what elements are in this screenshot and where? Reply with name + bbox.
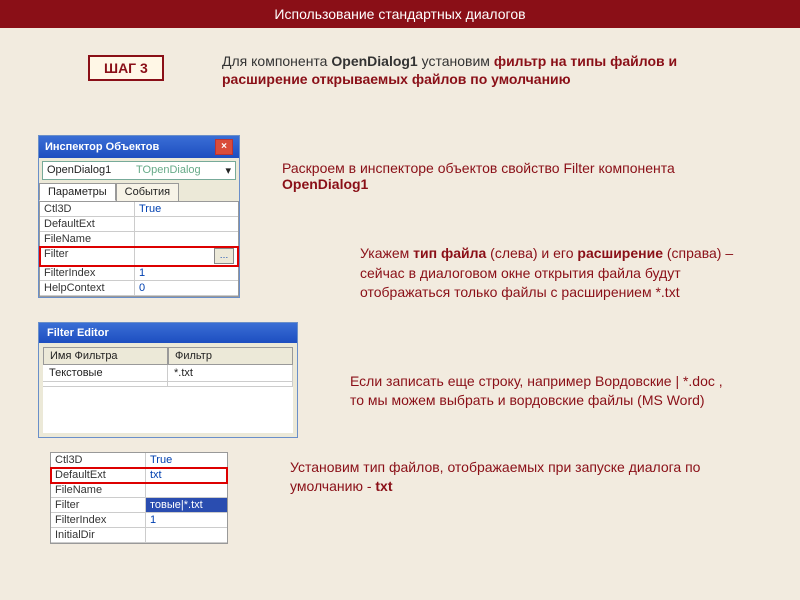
filter-cell-mask: *.txt [168,365,293,381]
c4a: Установим тип файлов, отображаемых при з… [290,459,700,494]
prop-value-selected: товые|*.txt [146,498,227,512]
prop-name: Ctl3D [51,453,146,467]
prop-value: txt [146,468,227,482]
prop-value [135,217,238,231]
prop-name: Ctl3D [40,202,135,216]
prop-name: FileName [51,483,146,497]
table-row-filter[interactable]: Filter … [40,247,238,266]
prop-value [146,483,227,497]
filter-row[interactable]: Текстовые *.txt [43,365,293,382]
step-badge: ШАГ 3 [88,55,164,81]
caption-filter-expand: Раскроем в инспекторе объектов свойство … [282,160,722,192]
table-row[interactable]: HelpContext 0 [40,281,238,296]
prop-value [135,232,238,246]
table-row[interactable]: Filter товые|*.txt [51,498,227,513]
inspector-tabs: Параметры События [39,183,239,201]
prop-name: HelpContext [40,281,135,295]
filter-grid: Имя Фильтра Фильтр Текстовые *.txt [43,347,293,433]
table-row[interactable]: FileName [40,232,238,247]
col-filter-name: Имя Фильтра [43,347,168,365]
prop-value [146,528,227,542]
table-row[interactable]: FileName [51,483,227,498]
combo-type: TOpenDialog [136,164,201,177]
tab-parameters[interactable]: Параметры [39,183,116,201]
c2d: расширение [577,245,663,261]
filter-header: Имя Фильтра Фильтр [43,347,293,365]
table-row[interactable]: Ctl3D True [40,202,238,217]
filter-editor-title: Filter Editor [39,323,297,343]
intro-paragraph: Для компонента OpenDialog1 установим фил… [222,52,722,88]
prop-value: True [135,202,238,216]
table-row[interactable]: FilterIndex 1 [51,513,227,528]
table-row[interactable]: DefaultExt [40,217,238,232]
c2a: Укажем [360,245,413,261]
caption-file-type: Укажем тип файла (слева) и его расширени… [360,244,740,303]
prop-value: … [135,247,238,265]
filter-cell-name [43,382,168,386]
property-grid: Ctl3D True DefaultExt FileName Filter … … [39,201,239,297]
chevron-down-icon: ▾ [225,164,231,177]
caption-default-ext: Установим тип файлов, отображаемых при з… [290,458,750,496]
tab-events[interactable]: События [116,183,179,201]
prop-value: 0 [135,281,238,295]
prop-name: FilterIndex [40,266,135,280]
close-icon[interactable]: × [215,139,233,155]
combo-name: OpenDialog1 [47,164,111,177]
prop-name: DefaultExt [40,217,135,231]
table-row[interactable]: FilterIndex 1 [40,266,238,281]
inspector-snippet: Ctl3D True DefaultExt txt FileName Filte… [50,452,228,544]
object-inspector-window: Инспектор Объектов × OpenDialog1 TOpenDi… [38,135,240,298]
prop-name: DefaultExt [51,468,146,482]
ellipsis-button[interactable]: … [214,248,234,264]
intro-component: OpenDialog1 [331,53,417,69]
table-row[interactable]: InitialDir [51,528,227,543]
component-selector[interactable]: OpenDialog1 TOpenDialog ▾ [42,161,236,180]
prop-value: True [146,453,227,467]
filter-cell-name: Текстовые [43,365,168,381]
filter-grid-empty [43,387,293,433]
prop-name: Filter [51,498,146,512]
intro-t3: установим [418,53,494,69]
prop-name: InitialDir [51,528,146,542]
prop-name: Filter [40,247,135,265]
c1b: OpenDialog1 [282,176,368,192]
c2c: (слева) и его [486,245,577,261]
inspector-titlebar: Инспектор Объектов × [39,136,239,158]
intro-t1: Для компонента [222,53,331,69]
filter-editor-window: Filter Editor Имя Фильтра Фильтр Текстов… [38,322,298,438]
c1a: Раскроем в инспекторе объектов свойство … [282,160,675,176]
table-row-defaultext[interactable]: DefaultExt txt [51,468,227,483]
prop-value: 1 [135,266,238,280]
caption-doc-line: Если записать еще строку, например Вордо… [350,372,730,410]
inspector-title: Инспектор Объектов [45,141,159,153]
c4b: txt [375,478,392,494]
c2b: тип файла [413,245,486,261]
prop-value: 1 [146,513,227,527]
col-filter-mask: Фильтр [168,347,293,365]
prop-name: FilterIndex [51,513,146,527]
prop-name: FileName [40,232,135,246]
page-title: Использование стандартных диалогов [0,0,800,28]
table-row[interactable]: Ctl3D True [51,453,227,468]
filter-cell-mask [168,382,293,386]
